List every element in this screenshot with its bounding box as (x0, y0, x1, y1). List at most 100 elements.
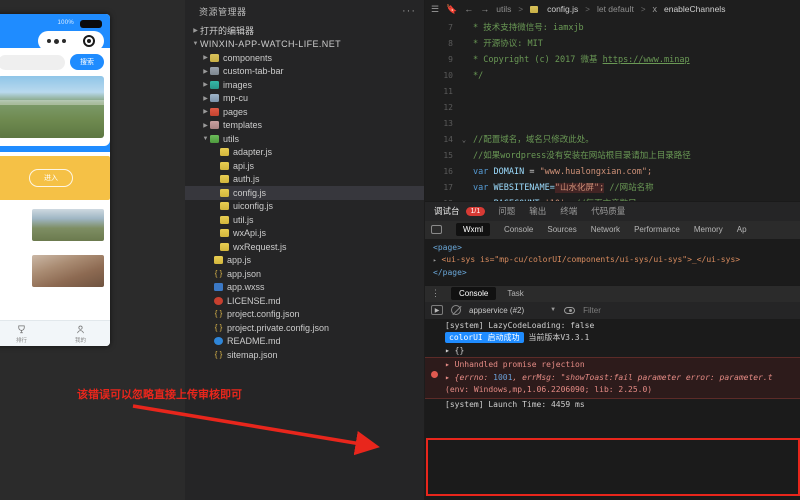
eye-icon[interactable] (564, 306, 576, 314)
tree-item-api-js[interactable]: api.js (185, 159, 424, 173)
tree-item-mp-cu[interactable]: ▶ mp-cu (185, 92, 424, 106)
tree-item-auth-js[interactable]: auth.js (185, 173, 424, 187)
code-line[interactable]: 13 (425, 116, 800, 132)
panel-tabbar[interactable]: 调试台 1/1 问题 输出 终端 代码质量 (425, 200, 800, 221)
tree-open-editors[interactable]: ▶ 打开的编辑器 (185, 24, 424, 38)
devtools-tab-network[interactable]: Network (591, 225, 620, 234)
tree-item-images[interactable]: ▶ images (185, 78, 424, 92)
panel-tab-debug[interactable]: 调试台 (433, 202, 461, 220)
tree-item-project-config-json[interactable]: { } project.config.json (185, 308, 424, 322)
chevron-right-icon[interactable]: ▶ (191, 27, 200, 34)
chevron-right-icon[interactable]: ▶ (201, 81, 210, 88)
hero-thumbnail[interactable] (0, 76, 104, 138)
code-line[interactable]: 7 * 技术支持微信号: iamxjb (425, 20, 800, 36)
console-tabbar[interactable]: ⋮ Console Task (425, 284, 800, 302)
list-item[interactable] (0, 250, 110, 292)
tree-item-util-js[interactable]: util.js (185, 213, 424, 227)
bookmark-icon[interactable]: 🔖 (446, 4, 457, 15)
console-toolbar[interactable]: ▶ appservice (#2) ▼ Filter (425, 301, 800, 319)
tree-item-readme-md[interactable]: README.md (185, 335, 424, 349)
panel-tab-problems[interactable]: 问题 (497, 202, 516, 220)
code-line[interactable]: 16 var DOMAIN = "www.hualongxian.com"; (425, 164, 800, 180)
promo-enter-button[interactable]: 进入 (29, 169, 73, 187)
tree-item-app-json[interactable]: { } app.json (185, 267, 424, 281)
console-tab-task[interactable]: Task (507, 289, 523, 298)
devtools-tab-sources[interactable]: Sources (547, 225, 576, 234)
fold-chevron-icon[interactable]: ⌄ (459, 132, 469, 148)
tree-item-pages[interactable]: ▶ pages (185, 105, 424, 119)
tree-item-adapter-js[interactable]: adapter.js (185, 146, 424, 160)
code-line[interactable]: 15 //如果wordpress没有安装在网站根目录请加上目录路径 (425, 148, 800, 164)
wechat-capsule[interactable] (38, 31, 104, 51)
file-tree[interactable]: ▶ 打开的编辑器 ▼ WINXIN-APP-WATCH-LIFE.NET ▶ co… (185, 22, 424, 362)
code-line[interactable]: 12 (425, 100, 800, 116)
more-dots-icon[interactable] (46, 38, 66, 44)
tree-item-project-private-config-json[interactable]: { } project.private.config.json (185, 321, 424, 335)
chevron-right-icon[interactable]: ▶ (201, 95, 210, 102)
tree-item-app-js[interactable]: app.js (185, 254, 424, 268)
devtools-tab-console[interactable]: Console (504, 225, 533, 234)
chevron-down-icon[interactable]: ▼ (201, 136, 210, 142)
breadcrumb-item-utils[interactable]: utils (496, 4, 511, 14)
tree-item-license-md[interactable]: LICENSE.md (185, 294, 424, 308)
console-filter-input[interactable]: Filter (583, 306, 601, 315)
devtools-tab-wxml[interactable]: Wxml (456, 223, 490, 236)
wxml-tree[interactable]: <page> ▸ <ui-sys is="mp-cu/colorUI/compo… (425, 238, 800, 285)
chevron-right-icon[interactable]: ▶ (201, 54, 210, 61)
console-context-select[interactable]: appservice (#2) ▼ (469, 306, 556, 315)
tree-item-sitemap-json[interactable]: { } sitemap.json (185, 348, 424, 362)
search-button[interactable]: 搜索 (70, 54, 104, 70)
tree-item-components[interactable]: ▶ components (185, 51, 424, 65)
devtools-tab-performance[interactable]: Performance (634, 225, 680, 234)
tabbar-item-ranking[interactable]: 排行 (0, 321, 51, 346)
console-error-entry[interactable]: ▸ Unhandled promise rejection ▸ {errno: … (425, 357, 800, 399)
search-input[interactable] (0, 54, 65, 70)
code-line[interactable]: 8 * 开源协议: MIT (425, 36, 800, 52)
chevron-right-icon[interactable]: ▸ (433, 257, 437, 264)
explorer-more-button[interactable]: ··· (402, 5, 416, 17)
console-tab-console[interactable]: Console (451, 287, 497, 300)
promo-banner[interactable]: 进入 (0, 156, 110, 200)
arrow-left-icon[interactable]: ← (464, 4, 473, 14)
devtools-tab-memory[interactable]: Memory (694, 225, 723, 234)
tabbar-item-profile[interactable]: 我的 (51, 321, 110, 346)
tree-item-custom-tab-bar[interactable]: ▶ custom-tab-bar (185, 65, 424, 79)
code-line[interactable]: 14 ⌄ //配置域名，域名只修改此处。 (425, 132, 800, 148)
chevron-right-icon[interactable]: ▶ (201, 122, 210, 129)
hamburger-icon[interactable]: ☰ (431, 4, 439, 15)
code-line[interactable]: 17 var WEBSITENAME="山水化屏"; //网站名称 (425, 180, 800, 196)
code-line[interactable]: 11 (425, 84, 800, 100)
panel-tab-output[interactable]: 输出 (528, 202, 547, 220)
tree-item-uiconfig-js[interactable]: uiconfig.js (185, 200, 424, 214)
chevron-down-icon[interactable]: ▼ (550, 307, 556, 313)
run-icon[interactable]: ▶ (431, 305, 443, 315)
list-item[interactable] (0, 204, 110, 246)
kebab-menu-icon[interactable]: ⋮ (431, 288, 440, 299)
panel-tab-terminal[interactable]: 终端 (559, 202, 578, 220)
code-line[interactable]: 18 var PAGECOUNT='10'; //每页文章数目 (425, 196, 800, 201)
console-output[interactable]: [system] LazyCodeLoading: false colorUI … (425, 318, 800, 500)
arrow-right-icon[interactable]: → (480, 4, 489, 14)
tree-item-wxrequest-js[interactable]: wxRequest.js (185, 240, 424, 254)
clear-icon[interactable] (451, 305, 461, 315)
tree-item-config-js[interactable]: config.js (185, 186, 424, 200)
code-editor[interactable]: 7 * 技术支持微信号: iamxjb 8 * 开源协议: MIT 9 * Copy… (425, 18, 800, 201)
tree-item-utils[interactable]: ▼ utils (185, 132, 424, 146)
inspect-icon[interactable] (431, 225, 442, 234)
target-icon[interactable] (83, 35, 96, 47)
breadcrumb-item-enablechannels[interactable]: enableChannels (664, 4, 725, 14)
breadcrumb-item-default[interactable]: let default (597, 4, 634, 14)
phone-tabbar[interactable]: 排行 我的 (0, 320, 110, 346)
code-line[interactable]: 9 * Copyright (c) 2017 微基 https://www.mi… (425, 52, 800, 68)
breadcrumb-item-config[interactable]: config.js (547, 4, 578, 14)
tree-item-templates[interactable]: ▶ templates (185, 119, 424, 133)
devtools-tabbar[interactable]: Wxml Console Sources Network Performance… (425, 220, 800, 239)
breadcrumb[interactable]: ☰ 🔖 ← → utils > config.js > let default … (425, 0, 800, 18)
tree-item-app-wxss[interactable]: app.wxss (185, 281, 424, 295)
chevron-right-icon[interactable]: ▶ (201, 68, 210, 75)
tree-project-root[interactable]: ▼ WINXIN-APP-WATCH-LIFE.NET (185, 38, 424, 52)
devtools-tab-appdata[interactable]: Ap (737, 225, 747, 234)
chevron-down-icon[interactable]: ▼ (191, 41, 200, 47)
chevron-right-icon[interactable]: ▶ (201, 108, 210, 115)
phone-simulator[interactable]: 100% 搜索 进入 排行 我的 (0, 14, 110, 346)
